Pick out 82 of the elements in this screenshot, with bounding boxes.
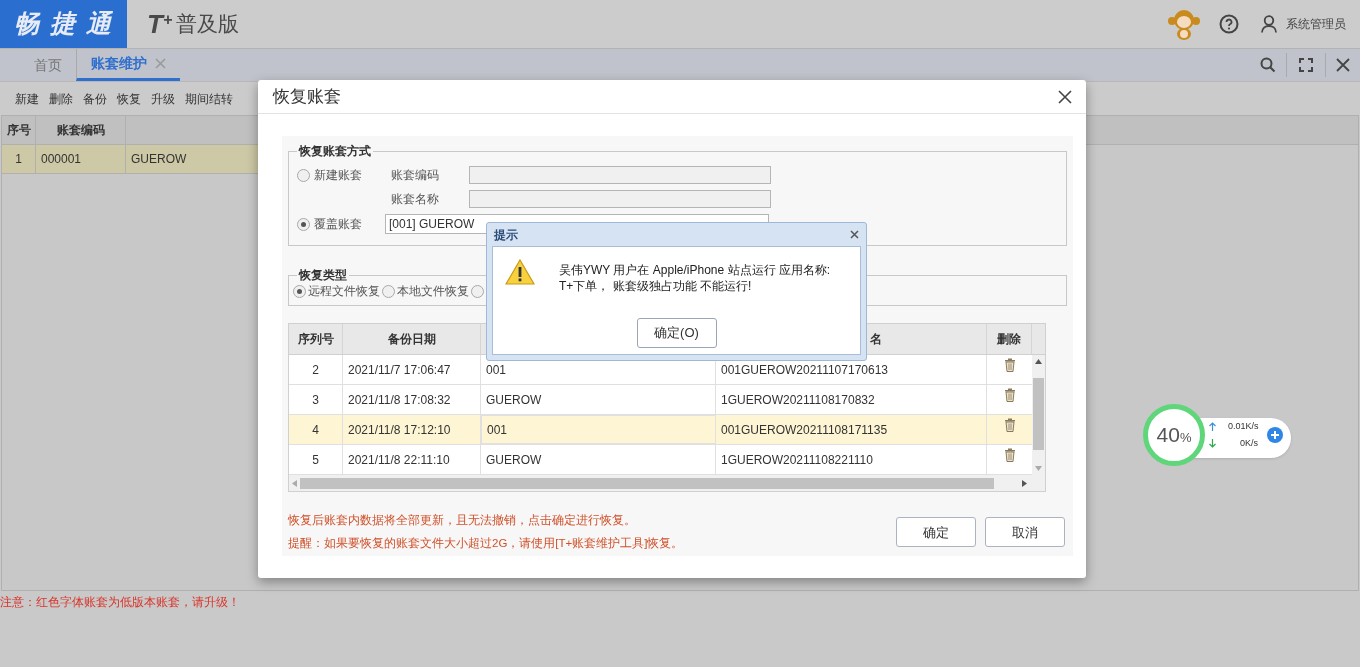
product-mark: T$^{+}$ — [147, 11, 173, 37]
table-cell-text: GUEROW — [486, 451, 542, 469]
radio-label[interactable]: 本地文件恢复 — [397, 282, 469, 300]
table-cell-text: 001 — [487, 421, 508, 439]
radio-button[interactable] — [471, 284, 484, 298]
arrow-up-icon — [1209, 421, 1216, 431]
toolbar-button[interactable]: 备份 — [83, 89, 107, 108]
alert-message: 吴伟YWY 用户在 Apple/iPhone 站点运行 应用名称: — [559, 262, 831, 278]
column-header: 账套编码 — [36, 116, 126, 144]
table-cell-text: 2021/11/7 17:06:47 — [348, 361, 451, 379]
table-row[interactable]: 5 2021/11/8 22:11:10 GUEROW 1GUEROW20211108221110 — [289, 445, 1032, 475]
horizontal-scrollbar[interactable] — [289, 475, 1045, 491]
warning-note: 注意：红色字体账套为低版本账套，请升级！ — [0, 594, 241, 611]
table-cell-text: 3 — [312, 391, 319, 409]
scroll-right-icon[interactable] — [1022, 479, 1027, 487]
table-cell-text: GUEROW — [486, 391, 542, 409]
table-cell-text: 5 — [312, 451, 319, 469]
table-cell-text: 4 — [312, 421, 319, 439]
radio-label[interactable]: 远程文件恢复 — [308, 282, 380, 300]
dialog-title: 恢复账套 — [273, 85, 342, 108]
help-icon[interactable] — [1219, 14, 1239, 34]
radio-label[interactable]: 覆盖账套 — [314, 215, 362, 233]
toolbar-button[interactable]: 新建 — [15, 89, 39, 108]
table-cell-text: 001GUEROW20211107170613 — [721, 361, 888, 379]
trash-icon[interactable] — [1003, 388, 1016, 402]
input-field[interactable] — [469, 166, 771, 184]
ok-button[interactable]: 确定(O) — [636, 318, 717, 348]
hint-text: 恢复后账套内数据将全部更新，且无法撤销，点击确定进行恢复。 — [288, 513, 637, 528]
vertical-scrollbar[interactable] — [1032, 355, 1045, 475]
table-cell-text: 1GUEROW20211108170832 — [721, 391, 875, 409]
table-row[interactable]: 4 2021/11/8 17:12:10 001 001GUEROW20211108171135 — [289, 415, 1032, 445]
upload-speed: 0.01K/s — [1228, 419, 1259, 433]
table-row[interactable]: 2 2021/11/7 17:06:47 001 001GUEROW20211107170613 — [289, 355, 1032, 385]
table-row[interactable]: 3 2021/11/8 17:08:32 GUEROW 1GUEROW20211108170832 — [289, 385, 1032, 415]
trash-icon[interactable] — [1003, 448, 1016, 462]
cancel-button[interactable]: 取消 — [985, 517, 1065, 548]
toolbar-button[interactable]: 升级 — [151, 89, 175, 108]
table-cell-text: 2021/11/8 17:12:10 — [348, 421, 451, 439]
arrow-down-icon — [1209, 439, 1216, 449]
radio-button[interactable] — [382, 284, 395, 298]
search-icon[interactable] — [1260, 57, 1276, 73]
close-icon[interactable] — [1336, 58, 1350, 72]
column-header: 序列号 — [297, 331, 334, 348]
trash-icon[interactable] — [1003, 418, 1016, 432]
input-field[interactable] — [469, 190, 771, 208]
product-name: 普及版 — [176, 11, 240, 38]
scroll-up-icon[interactable] — [1035, 359, 1042, 364]
section-title: 恢复账套方式 — [297, 143, 372, 160]
confirm-button[interactable]: 确定 — [896, 517, 976, 548]
section-title: 恢复类型 — [297, 267, 348, 284]
table-cell-text: 001GUEROW20211108171135 — [721, 421, 888, 439]
user-icon[interactable] — [1261, 15, 1277, 33]
trash-icon[interactable] — [1003, 358, 1016, 372]
toolbar-button[interactable]: 删除 — [49, 89, 73, 108]
radio-button[interactable] — [293, 284, 306, 298]
table-cell-text: 2021/11/8 17:08:32 — [348, 391, 451, 409]
toolbar-button[interactable]: 恢复 — [117, 89, 141, 108]
close-icon[interactable] — [850, 230, 859, 239]
radio-button[interactable] — [297, 168, 310, 182]
column-header: 名 — [870, 331, 882, 348]
plus-icon[interactable] — [1266, 427, 1283, 443]
logo: 畅 捷 通 — [0, 0, 127, 48]
table-cell-text: 1GUEROW20211108221110 — [721, 451, 873, 469]
download-speed: 0K/s — [1240, 437, 1258, 450]
column-header: 删除 — [997, 331, 1021, 348]
user-name[interactable]: 系统管理员 — [1286, 15, 1346, 33]
table-cell-text: 2021/11/8 22:11:10 — [348, 451, 450, 469]
table-cell: 000001 — [36, 145, 126, 173]
field-label: 账套名称 — [391, 191, 440, 208]
table-cell-text: 2 — [312, 361, 319, 379]
close-icon[interactable] — [1058, 89, 1072, 104]
monkey-icon[interactable] — [1167, 8, 1201, 40]
table-cell-text: 001 — [486, 361, 507, 379]
warning-icon — [505, 259, 535, 285]
toolbar-button[interactable]: 期间结转 — [185, 89, 233, 108]
alert-message: T+下单， 账套级独占功能 不能运行! — [559, 278, 753, 294]
column-header: 备份日期 — [387, 331, 436, 348]
hint-text: 提醒：如果要恢复的账套文件大小超过2G，请使用[T+账套维护工具]恢复。 — [288, 536, 685, 552]
fullscreen-icon[interactable] — [1299, 58, 1313, 72]
column-header: 序号 — [2, 116, 36, 144]
table-cell: 1 — [2, 145, 36, 173]
radio-button[interactable] — [297, 217, 310, 231]
